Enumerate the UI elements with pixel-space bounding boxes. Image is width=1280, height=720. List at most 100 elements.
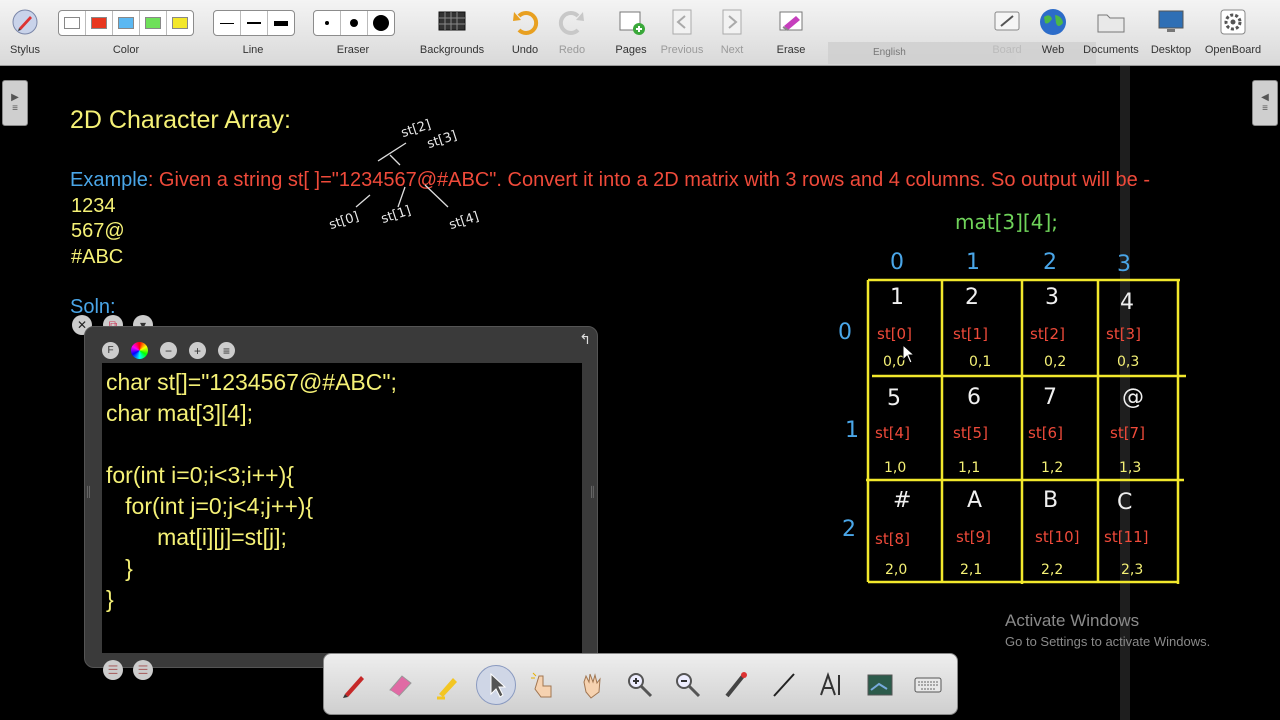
cell-2-2-idx: 2,2 bbox=[1041, 562, 1064, 578]
eraser-medium-option[interactable] bbox=[341, 11, 368, 35]
code-line-1: char st[]="1234567@#ABC"; bbox=[106, 369, 397, 395]
documents-label: Documents bbox=[1083, 44, 1139, 56]
stylus-button[interactable]: Stylus bbox=[0, 0, 50, 66]
openboard-button[interactable]: OpenBoard bbox=[1202, 0, 1264, 66]
layer-up-icon[interactable]: ☰ bbox=[133, 660, 153, 680]
code-text-box[interactable]: F − + ≡ ↰ ║ ║ char st[]="1234567@#ABC"; … bbox=[84, 326, 598, 668]
eraser-group: Eraser bbox=[311, 0, 395, 66]
eraser-large-option[interactable] bbox=[368, 11, 394, 35]
undo-icon bbox=[508, 6, 542, 38]
pages-label: Pages bbox=[615, 44, 647, 56]
eraser-small-option[interactable] bbox=[314, 11, 341, 35]
line-tool-button[interactable] bbox=[764, 665, 804, 705]
cell-0-3-char: 4 bbox=[1120, 290, 1134, 315]
cell-0-1-char: 2 bbox=[965, 285, 979, 310]
web-button[interactable]: Web bbox=[1031, 0, 1075, 66]
code-line-8: } bbox=[106, 586, 114, 612]
color-red-swatch[interactable] bbox=[86, 11, 113, 35]
zoom-out-icon bbox=[676, 673, 701, 698]
cell-0-3-idx: 0,3 bbox=[1117, 354, 1140, 370]
zoom-out-tool-button[interactable] bbox=[668, 665, 708, 705]
drawing-tools-bar bbox=[323, 653, 958, 715]
right-resize-handle[interactable]: ║ bbox=[589, 487, 596, 498]
color-wheel-icon[interactable] bbox=[131, 342, 148, 359]
capture-icon bbox=[867, 674, 893, 696]
cell-2-2-char: B bbox=[1043, 488, 1059, 513]
output-line-2: 567@ bbox=[71, 220, 125, 242]
line-medium-option[interactable] bbox=[241, 11, 268, 35]
line-icon bbox=[773, 673, 795, 697]
cell-2-0-char: # bbox=[893, 488, 912, 513]
openboard-label: OpenBoard bbox=[1204, 44, 1262, 56]
desktop-button[interactable]: Desktop bbox=[1148, 0, 1194, 66]
grid-background-icon bbox=[435, 6, 469, 38]
cell-0-0-src: st[0] bbox=[877, 325, 912, 343]
eraser-label: Eraser bbox=[336, 44, 370, 56]
line-group: Line bbox=[211, 0, 295, 66]
folder-icon bbox=[1094, 6, 1128, 38]
laser-pointer-tool-button[interactable] bbox=[716, 665, 756, 705]
keyboard-tool-button[interactable] bbox=[908, 665, 948, 705]
backgrounds-button[interactable]: Backgrounds bbox=[416, 0, 488, 66]
color-blue-swatch[interactable] bbox=[113, 11, 140, 35]
layer-down-icon[interactable]: ☰ bbox=[103, 660, 123, 680]
redo-button[interactable]: Redo bbox=[550, 0, 594, 66]
previous-button[interactable]: Previous bbox=[657, 0, 707, 66]
activate-windows-title: Activate Windows bbox=[1005, 611, 1140, 630]
cell-0-1-idx: 0,1 bbox=[969, 354, 992, 370]
color-white-swatch[interactable] bbox=[59, 11, 86, 35]
undo-button[interactable]: Undo bbox=[503, 0, 547, 66]
cell-0-2-idx: 0,2 bbox=[1044, 354, 1067, 370]
rotate-handle-icon[interactable]: ↰ bbox=[579, 331, 591, 348]
cell-1-1-src: st[5] bbox=[953, 424, 988, 442]
hand-tool-button[interactable] bbox=[572, 665, 612, 705]
language-label: English bbox=[873, 47, 906, 58]
highlighter-tool-button[interactable] bbox=[428, 665, 468, 705]
activate-windows-subtitle: Go to Settings to activate Windows. bbox=[1005, 634, 1211, 649]
code-line-4: for(int i=0;i<3;i++){ bbox=[106, 462, 294, 488]
cell-1-2-idx: 1,2 bbox=[1041, 460, 1064, 476]
selector-tool-button[interactable] bbox=[476, 665, 516, 705]
color-yellow-swatch[interactable] bbox=[167, 11, 193, 35]
next-button[interactable]: Next bbox=[710, 0, 754, 66]
left-panel-tab[interactable]: ▶ ≡ bbox=[2, 80, 28, 126]
output-line-1: 1234 bbox=[71, 195, 116, 217]
example-text: : Given a string st[ ]="1234567@#ABC". C… bbox=[147, 169, 1150, 191]
cell-2-3-idx: 2,3 bbox=[1121, 562, 1144, 578]
code-editor[interactable]: char st[]="1234567@#ABC"; char mat[3][4]… bbox=[102, 363, 582, 653]
zoom-in-tool-button[interactable] bbox=[620, 665, 660, 705]
right-panel-tab[interactable]: ◀ ≡ bbox=[1252, 80, 1278, 126]
erase-button[interactable]: Erase bbox=[769, 0, 813, 66]
line-thin-option[interactable] bbox=[214, 11, 241, 35]
cell-1-0-src: st[4] bbox=[875, 424, 910, 442]
cell-0-3-src: st[3] bbox=[1106, 325, 1141, 343]
text-tool-button[interactable] bbox=[812, 665, 852, 705]
row-header-0: 0 bbox=[838, 320, 852, 345]
capture-tool-button[interactable] bbox=[860, 665, 900, 705]
left-resize-handle[interactable]: ║ bbox=[85, 487, 92, 498]
decrease-size-icon[interactable]: − bbox=[160, 342, 177, 359]
eraser-tool-button[interactable] bbox=[380, 665, 420, 705]
interact-tool-button[interactable] bbox=[524, 665, 564, 705]
previous-page-icon bbox=[665, 6, 699, 38]
monitor-icon bbox=[1154, 6, 1188, 38]
row-header-1: 1 bbox=[845, 418, 859, 443]
pen-tool-button[interactable] bbox=[334, 665, 374, 705]
pages-button[interactable]: Pages bbox=[609, 0, 653, 66]
align-icon[interactable]: ≡ bbox=[218, 342, 235, 359]
mouse-cursor-icon bbox=[902, 344, 916, 364]
increase-size-icon[interactable]: + bbox=[189, 342, 206, 359]
cell-1-1-char: 6 bbox=[967, 385, 981, 410]
font-icon[interactable]: F bbox=[102, 342, 119, 359]
board-button[interactable]: Board bbox=[985, 0, 1029, 66]
text-icon bbox=[820, 671, 840, 696]
line-thick-option[interactable] bbox=[268, 11, 294, 35]
documents-button[interactable]: Documents bbox=[1080, 0, 1142, 66]
color-green-swatch[interactable] bbox=[140, 11, 167, 35]
eraser-icon bbox=[389, 675, 412, 697]
previous-label: Previous bbox=[660, 44, 704, 56]
next-page-icon bbox=[715, 6, 749, 38]
code-line-2: char mat[3][4]; bbox=[106, 400, 254, 426]
color-label: Color bbox=[112, 44, 140, 56]
stylus-icon bbox=[8, 6, 42, 38]
